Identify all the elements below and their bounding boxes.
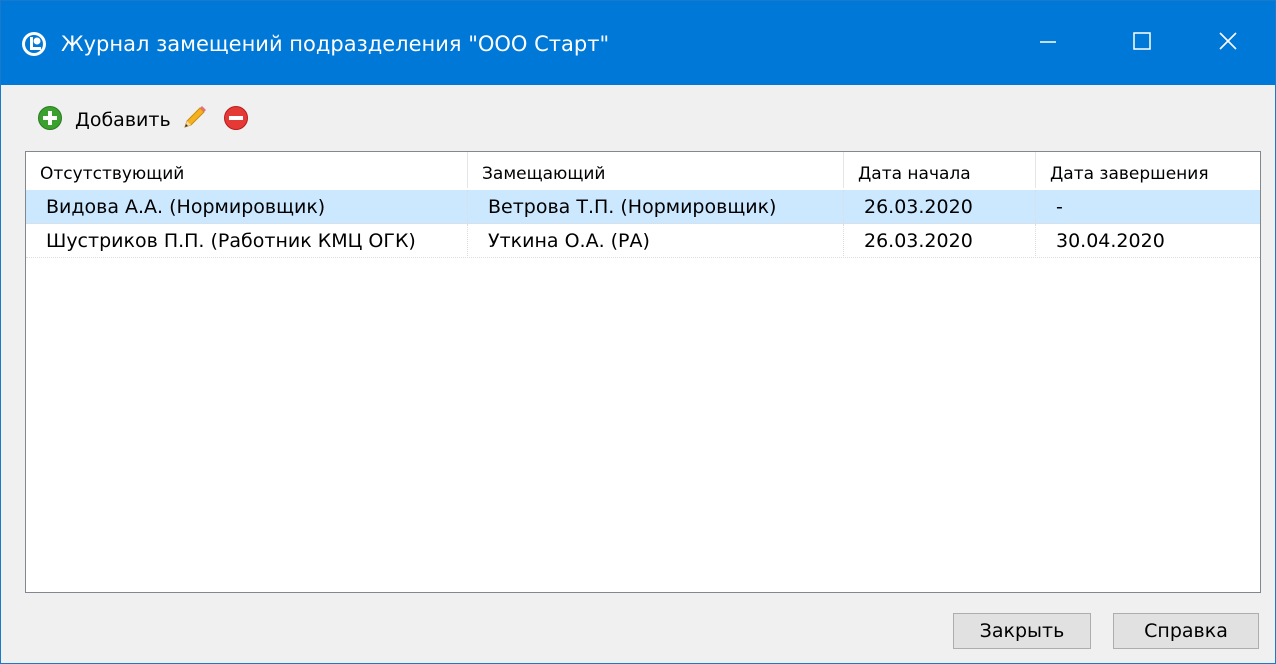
app-logo-icon — [21, 31, 47, 57]
column-header-absent[interactable]: Отсутствующий — [26, 152, 468, 188]
maximize-icon — [1132, 31, 1152, 55]
add-button-label: Добавить — [75, 109, 171, 131]
table-body: Видова А.А. (Нормировщик) Ветрова Т.П. (… — [26, 190, 1260, 258]
column-header-substitute[interactable]: Замещающий — [468, 152, 844, 188]
cell-end-date: 30.04.2020 — [1056, 230, 1165, 252]
delete-button[interactable] — [223, 105, 249, 135]
column-header-end-date[interactable]: Дата завершения — [1036, 152, 1260, 188]
table-row[interactable]: Видова А.А. (Нормировщик) Ветрова Т.П. (… — [26, 190, 1260, 224]
pencil-icon — [179, 103, 209, 137]
cell-start-date: 26.03.2020 — [844, 224, 1036, 258]
substitutions-table[interactable]: Отсутствующий Замещающий Дата начала Дат… — [25, 151, 1261, 593]
minus-circle-icon — [223, 105, 249, 135]
minimize-icon — [1038, 31, 1058, 55]
close-window-button[interactable] — [1181, 1, 1275, 85]
cell-substitute: Уткина О.А. (РА) — [468, 224, 844, 258]
maximize-button[interactable] — [1095, 1, 1189, 85]
plus-circle-icon — [37, 105, 63, 135]
minimize-button[interactable] — [1001, 1, 1095, 85]
window-title: Журнал замещений подразделения "ООО Стар… — [61, 32, 610, 56]
journal-window: Журнал замещений подразделения "ООО Стар… — [0, 0, 1276, 664]
close-icon — [1218, 31, 1238, 55]
edit-button[interactable] — [179, 103, 209, 137]
table-header: Отсутствующий Замещающий Дата начала Дат… — [26, 152, 1260, 188]
cell-absent: Шустриков П.П. (Работник КМЦ ОГК) — [26, 224, 468, 258]
title-bar[interactable]: Журнал замещений подразделения "ООО Стар… — [1, 1, 1275, 85]
cell-substitute: Ветрова Т.П. (Нормировщик) — [468, 190, 844, 224]
cell-start-date: 26.03.2020 — [844, 190, 1036, 224]
column-header-start-date[interactable]: Дата начала — [844, 152, 1036, 188]
close-button[interactable]: Закрыть — [953, 613, 1091, 649]
toolbar: Добавить — [37, 103, 249, 137]
help-button[interactable]: Справка — [1113, 613, 1259, 649]
cell-end-date: - — [1056, 196, 1063, 218]
add-button[interactable]: Добавить — [37, 105, 179, 135]
table-row[interactable]: Шустриков П.П. (Работник КМЦ ОГК) Уткина… — [26, 224, 1260, 258]
cell-absent: Видова А.А. (Нормировщик) — [26, 190, 468, 224]
